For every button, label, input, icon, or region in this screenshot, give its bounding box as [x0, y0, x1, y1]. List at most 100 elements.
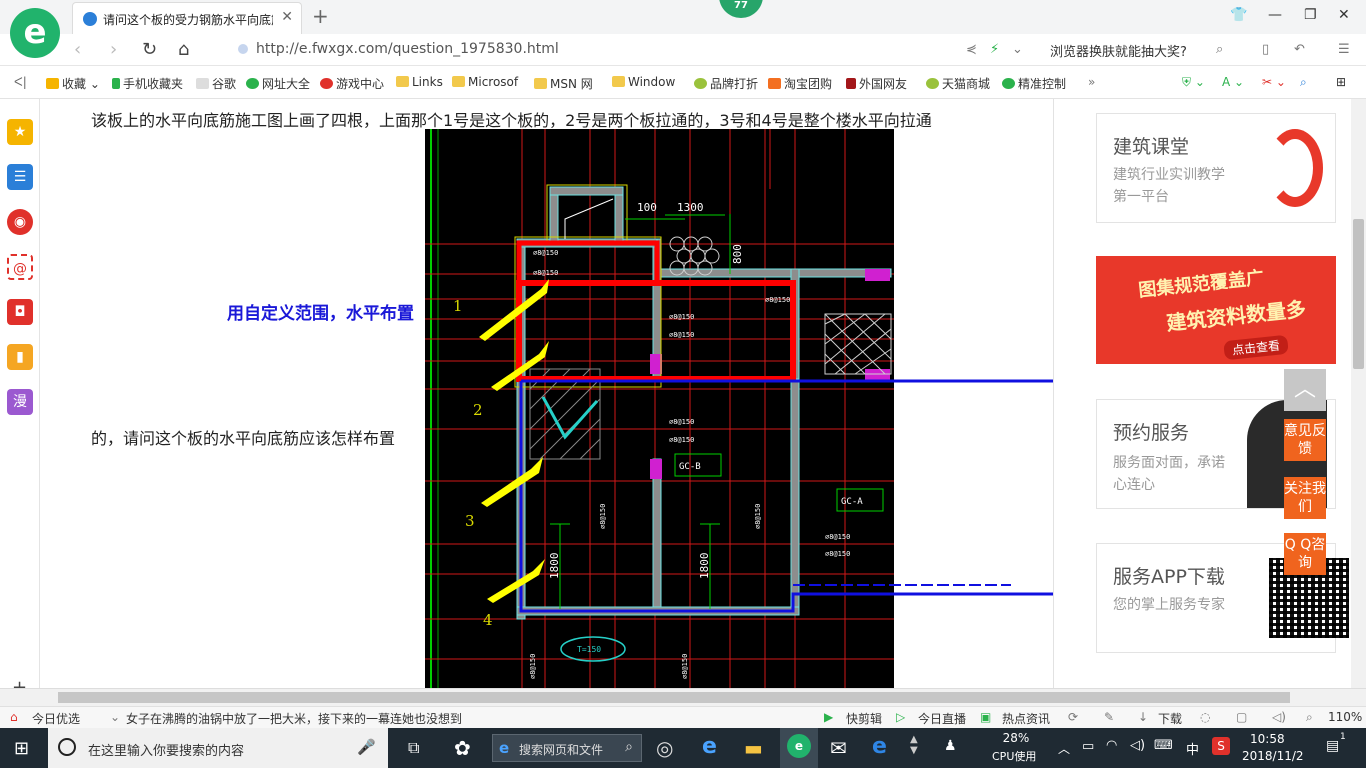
today-picks-link[interactable]: 今日优选: [32, 710, 80, 727]
share-icon[interactable]: ⋞: [966, 42, 977, 57]
forward-button[interactable]: ›: [110, 39, 117, 60]
bookmark-item[interactable]: 品牌打折: [694, 75, 758, 92]
phone-icon[interactable]: ▯: [1262, 42, 1269, 57]
battery-icon[interactable]: ▭: [1082, 739, 1094, 754]
live-link[interactable]: 今日直播: [918, 710, 966, 727]
minimize-button[interactable]: —: [1268, 7, 1282, 23]
chrome-icon[interactable]: ◎: [656, 736, 673, 760]
close-window-button[interactable]: ✕: [1338, 7, 1350, 23]
qq-consult-button[interactable]: Q Q咨询: [1284, 533, 1326, 575]
mail-icon[interactable]: @: [7, 254, 33, 280]
mail-icon[interactable]: ✉: [830, 736, 847, 760]
comic-icon[interactable]: 漫: [7, 389, 33, 415]
search-icon[interactable]: ⌕: [1300, 75, 1307, 90]
back-to-top-button[interactable]: ︿: [1284, 369, 1326, 411]
new-tab-button[interactable]: +: [312, 4, 329, 28]
bookmark-item[interactable]: 游戏中心: [320, 75, 384, 92]
download-link[interactable]: 下载: [1158, 710, 1182, 727]
horizontal-scrollbar[interactable]: [0, 688, 1366, 706]
notification-badge[interactable]: 77: [719, 0, 763, 18]
keyboard-icon[interactable]: ⌨: [1154, 738, 1173, 753]
weibo-icon[interactable]: ◉: [7, 209, 33, 235]
news-ticker-link[interactable]: 女子在沸腾的油锅中放了一把大米，接下来的一幕连她也没想到: [126, 710, 462, 727]
game-controller-icon[interactable]: ◘: [7, 299, 33, 325]
reload-button[interactable]: ↻: [142, 39, 157, 60]
bookmark-item[interactable]: MSN 网: [534, 75, 593, 92]
wifi-icon[interactable]: ◠: [1106, 738, 1117, 753]
bookmark-item[interactable]: 精准控制: [1002, 75, 1066, 92]
translate-icon[interactable]: A ⌄: [1222, 75, 1244, 89]
bookmark-item[interactable]: 网址大全: [246, 75, 310, 92]
book-icon[interactable]: ▮: [7, 344, 33, 370]
scroll-thumb[interactable]: [1353, 219, 1364, 369]
shield-icon[interactable]: ⛨ ⌄: [1182, 75, 1205, 90]
sidebar-toggle-icon[interactable]: ᐸ|: [14, 75, 27, 89]
pinwheel-app-icon[interactable]: ✿: [454, 736, 471, 760]
feedback-button[interactable]: 意见反馈: [1284, 419, 1326, 461]
promo-link[interactable]: 浏览器换肤就能抽大奖?: [1050, 41, 1187, 60]
pin-icon[interactable]: ✎: [1104, 710, 1114, 724]
hot-news-link[interactable]: 热点资讯: [1002, 710, 1050, 727]
vertical-scrollbar[interactable]: [1351, 99, 1366, 689]
ime-indicator[interactable]: 中: [1186, 739, 1199, 758]
taskbar-search-box[interactable]: 在这里输入你要搜索的内容 🎤: [48, 728, 388, 768]
undo-icon[interactable]: ↶: [1294, 42, 1305, 57]
annotation-text: 用自定义范围，水平布置: [227, 304, 414, 324]
follow-us-button[interactable]: 关注我们: [1284, 477, 1326, 519]
search-icon[interactable]: ⌕: [1216, 42, 1223, 57]
bookmark-item[interactable]: 天猫商城: [926, 75, 990, 92]
web-search-box[interactable]: e 搜索网页和文件 ⌕: [492, 734, 642, 762]
bookmark-item[interactable]: 外国网友: [846, 75, 907, 92]
url-input[interactable]: http://e.fwxgx.com/question_1975830.html: [238, 41, 958, 61]
promo-banner[interactable]: 图集规范覆盖广 建筑资料数量多 点击查看: [1096, 256, 1336, 364]
edge-icon[interactable]: e: [872, 734, 887, 759]
restore-button[interactable]: ❐: [1304, 7, 1317, 23]
bookmark-item[interactable]: Window: [612, 75, 675, 89]
microphone-icon[interactable]: 🎤: [357, 738, 376, 756]
volume-icon[interactable]: ◁): [1272, 710, 1286, 724]
tray-up-icon[interactable]: ︿: [1058, 740, 1070, 757]
bookmark-item[interactable]: Links: [396, 75, 443, 89]
zoom-level[interactable]: 110%: [1328, 710, 1362, 724]
windows-start-icon[interactable]: ⊞: [14, 738, 29, 759]
people-icon[interactable]: ♟: [944, 738, 957, 754]
bookmark-item[interactable]: 谷歌: [196, 75, 236, 92]
lightning-icon[interactable]: ⚡: [990, 42, 999, 57]
sogou-ime-icon[interactable]: S: [1212, 737, 1230, 755]
favorites-star-icon[interactable]: ★: [7, 119, 33, 145]
news-list-icon[interactable]: ☰: [7, 164, 33, 190]
back-button[interactable]: ‹: [74, 39, 81, 60]
apps-grid-icon[interactable]: ⊞: [1336, 75, 1346, 89]
bookmark-item[interactable]: 淘宝团购: [768, 75, 832, 92]
ie-browser-icon[interactable]: e: [702, 734, 717, 759]
browser-logo[interactable]: e: [10, 8, 60, 58]
kuaijian-link[interactable]: 快剪辑: [846, 710, 882, 727]
scissors-icon[interactable]: ✂ ⌄: [1262, 75, 1286, 89]
bookmark-item[interactable]: 收藏 ⌄: [46, 75, 100, 92]
cleanup-icon[interactable]: ◌: [1200, 710, 1210, 724]
clock-time[interactable]: 10:58: [1250, 732, 1285, 746]
card-classroom[interactable]: 建筑课堂 建筑行业实训教学第一平台: [1096, 113, 1336, 223]
banner-cta[interactable]: 点击查看: [1223, 334, 1289, 361]
bookmark-item[interactable]: Microsof: [452, 75, 518, 89]
taskbar-scroll-arrows[interactable]: ▲ ▼: [910, 734, 918, 756]
address-bar: ‹ › ↻ ⌂ http://e.fwxgx.com/question_1975…: [0, 34, 1366, 66]
window-icon[interactable]: ▢: [1236, 710, 1247, 724]
refresh-icon[interactable]: ⟳: [1068, 710, 1078, 724]
home-button[interactable]: ⌂: [178, 39, 189, 60]
browser-tab[interactable]: 请问这个板的受力钢筋水平向底筋 ✕: [72, 2, 302, 34]
action-center-icon[interactable]: ▤: [1326, 738, 1339, 754]
chevron-down-icon[interactable]: ⌄: [1012, 42, 1023, 57]
bookmark-item[interactable]: 手机收藏夹: [112, 75, 183, 92]
bookmarks-more-button[interactable]: »: [1088, 75, 1095, 89]
skin-icon[interactable]: 👕: [1230, 7, 1247, 23]
browser-taskbar-icon[interactable]: e: [787, 734, 811, 758]
zoom-icon[interactable]: ⌕: [1306, 710, 1313, 725]
speaker-icon[interactable]: ◁): [1130, 738, 1145, 753]
tab-close-icon[interactable]: ✕: [281, 9, 293, 25]
clock-date[interactable]: 2018/11/2: [1242, 749, 1304, 763]
task-view-icon[interactable]: ⧉: [408, 738, 419, 758]
menu-icon[interactable]: ☰: [1338, 42, 1350, 57]
file-explorer-icon[interactable]: ▬: [744, 736, 763, 760]
scroll-thumb[interactable]: [58, 692, 1290, 703]
